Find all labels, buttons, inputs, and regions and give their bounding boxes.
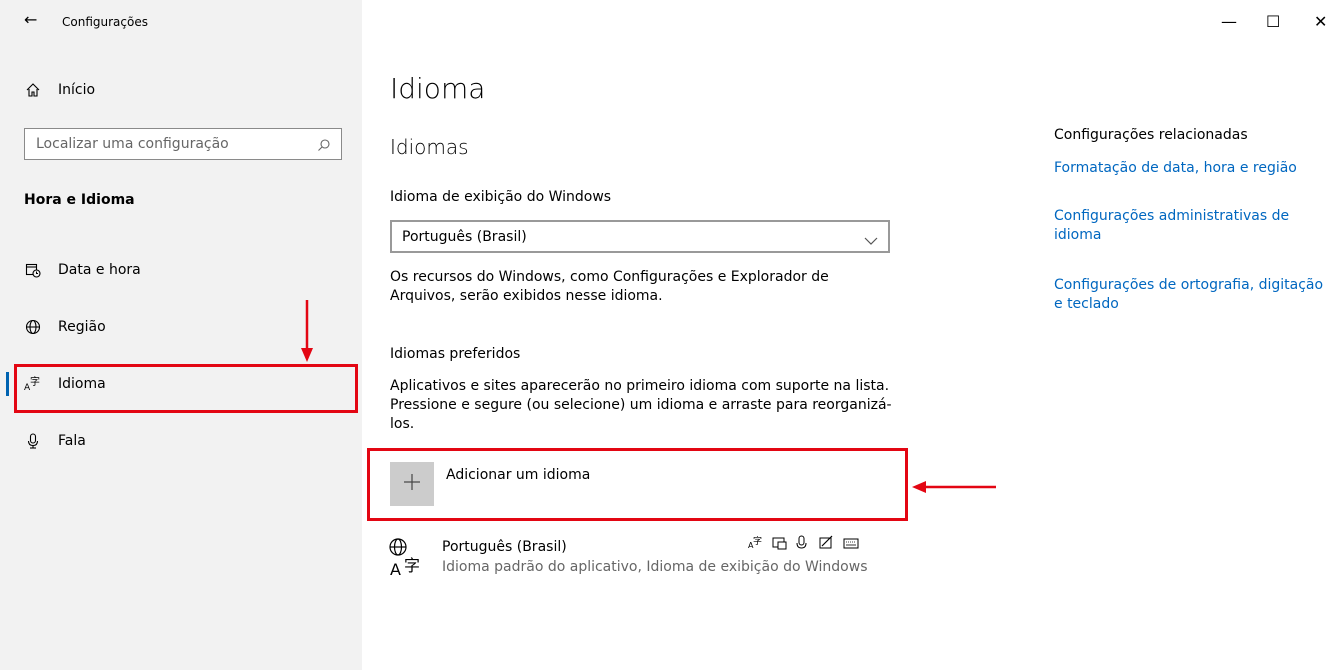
close-button[interactable]: ✕ xyxy=(1314,12,1327,31)
search-placeholder: Localizar uma configuração xyxy=(36,136,229,152)
minimize-button[interactable]: — xyxy=(1221,12,1237,31)
link-line: idioma xyxy=(1054,227,1102,243)
svg-text:字: 字 xyxy=(753,535,762,547)
link-line: Configurações de ortografia, digitação xyxy=(1054,277,1324,293)
language-name: Português (Brasil) xyxy=(442,539,567,555)
sidebar-home-label: Início xyxy=(58,82,96,98)
preferred-languages-label: Idiomas preferidos xyxy=(390,346,521,362)
sidebar-item-label: Data e hora xyxy=(58,262,141,278)
description-line: Arquivos, serão exibidos nesse idioma. xyxy=(390,288,663,304)
link-line: Configurações administrativas de xyxy=(1054,208,1290,224)
sidebar-item-home[interactable]: Início xyxy=(0,70,362,110)
link-language-admin-settings[interactable]: Configurações administrativas de idioma xyxy=(1054,207,1334,245)
description-line: los. xyxy=(390,416,415,432)
sidebar-section-title: Hora e Idioma xyxy=(24,192,135,208)
home-icon xyxy=(24,81,42,99)
description-line: Aplicativos e sites aparecerão no primei… xyxy=(390,378,890,394)
display-language-value: Português (Brasil) xyxy=(402,229,527,245)
svg-text:字: 字 xyxy=(404,556,420,575)
sidebar-item-label: Região xyxy=(58,319,106,335)
globe-icon xyxy=(24,318,42,336)
link-line: e teclado xyxy=(1054,296,1119,312)
microphone-icon xyxy=(24,432,42,450)
maximize-button[interactable]: ☐ xyxy=(1266,12,1280,31)
page-title: Idioma xyxy=(390,72,486,105)
display-language-description: Os recursos do Windows, como Configuraçõ… xyxy=(390,268,900,306)
display-language-label: Idioma de exibição do Windows xyxy=(390,189,612,205)
link-line: Formatação de data, hora e região xyxy=(1054,160,1297,176)
sidebar-item-speech[interactable]: Fala xyxy=(0,421,362,461)
related-settings-title: Configurações relacionadas xyxy=(1054,127,1248,143)
search-input[interactable]: Localizar uma configuração xyxy=(24,128,342,160)
language-description: Idioma padrão do aplicativo, Idioma de e… xyxy=(442,559,868,575)
preferred-languages-description: Aplicativos e sites aparecerão no primei… xyxy=(390,377,900,434)
section-title: Idiomas xyxy=(390,135,469,159)
language-globe-icon: A 字 xyxy=(386,535,434,583)
link-spelling-typing-keyboard[interactable]: Configurações de ortografia, digitação e… xyxy=(1054,276,1334,314)
display-language-dropdown[interactable]: Português (Brasil) xyxy=(390,220,890,253)
link-date-time-region-format[interactable]: Formatação de data, hora e região xyxy=(1054,159,1334,178)
window-title: Configurações xyxy=(62,15,148,29)
highlight-box-add-language xyxy=(367,448,908,521)
search-icon[interactable] xyxy=(317,137,331,156)
chevron-down-icon xyxy=(864,231,878,250)
language-list-item[interactable]: A 字 Português (Brasil) Idioma padrão do … xyxy=(386,535,891,581)
description-line: Pressione e segure (ou selecione) um idi… xyxy=(390,397,892,413)
svg-text:A: A xyxy=(390,560,401,579)
description-line: Os recursos do Windows, como Configuraçõ… xyxy=(390,269,829,285)
sidebar-item-date-time[interactable]: Data e hora xyxy=(0,250,362,290)
sidebar-item-label: Fala xyxy=(58,433,86,449)
highlight-box-language-nav xyxy=(14,364,358,413)
annotation-arrow-left xyxy=(912,481,996,493)
annotation-arrow-down xyxy=(301,300,313,362)
language-features-icons: A 字 xyxy=(748,535,878,555)
back-arrow-icon[interactable]: ← xyxy=(24,10,37,29)
calendar-clock-icon xyxy=(24,261,42,279)
